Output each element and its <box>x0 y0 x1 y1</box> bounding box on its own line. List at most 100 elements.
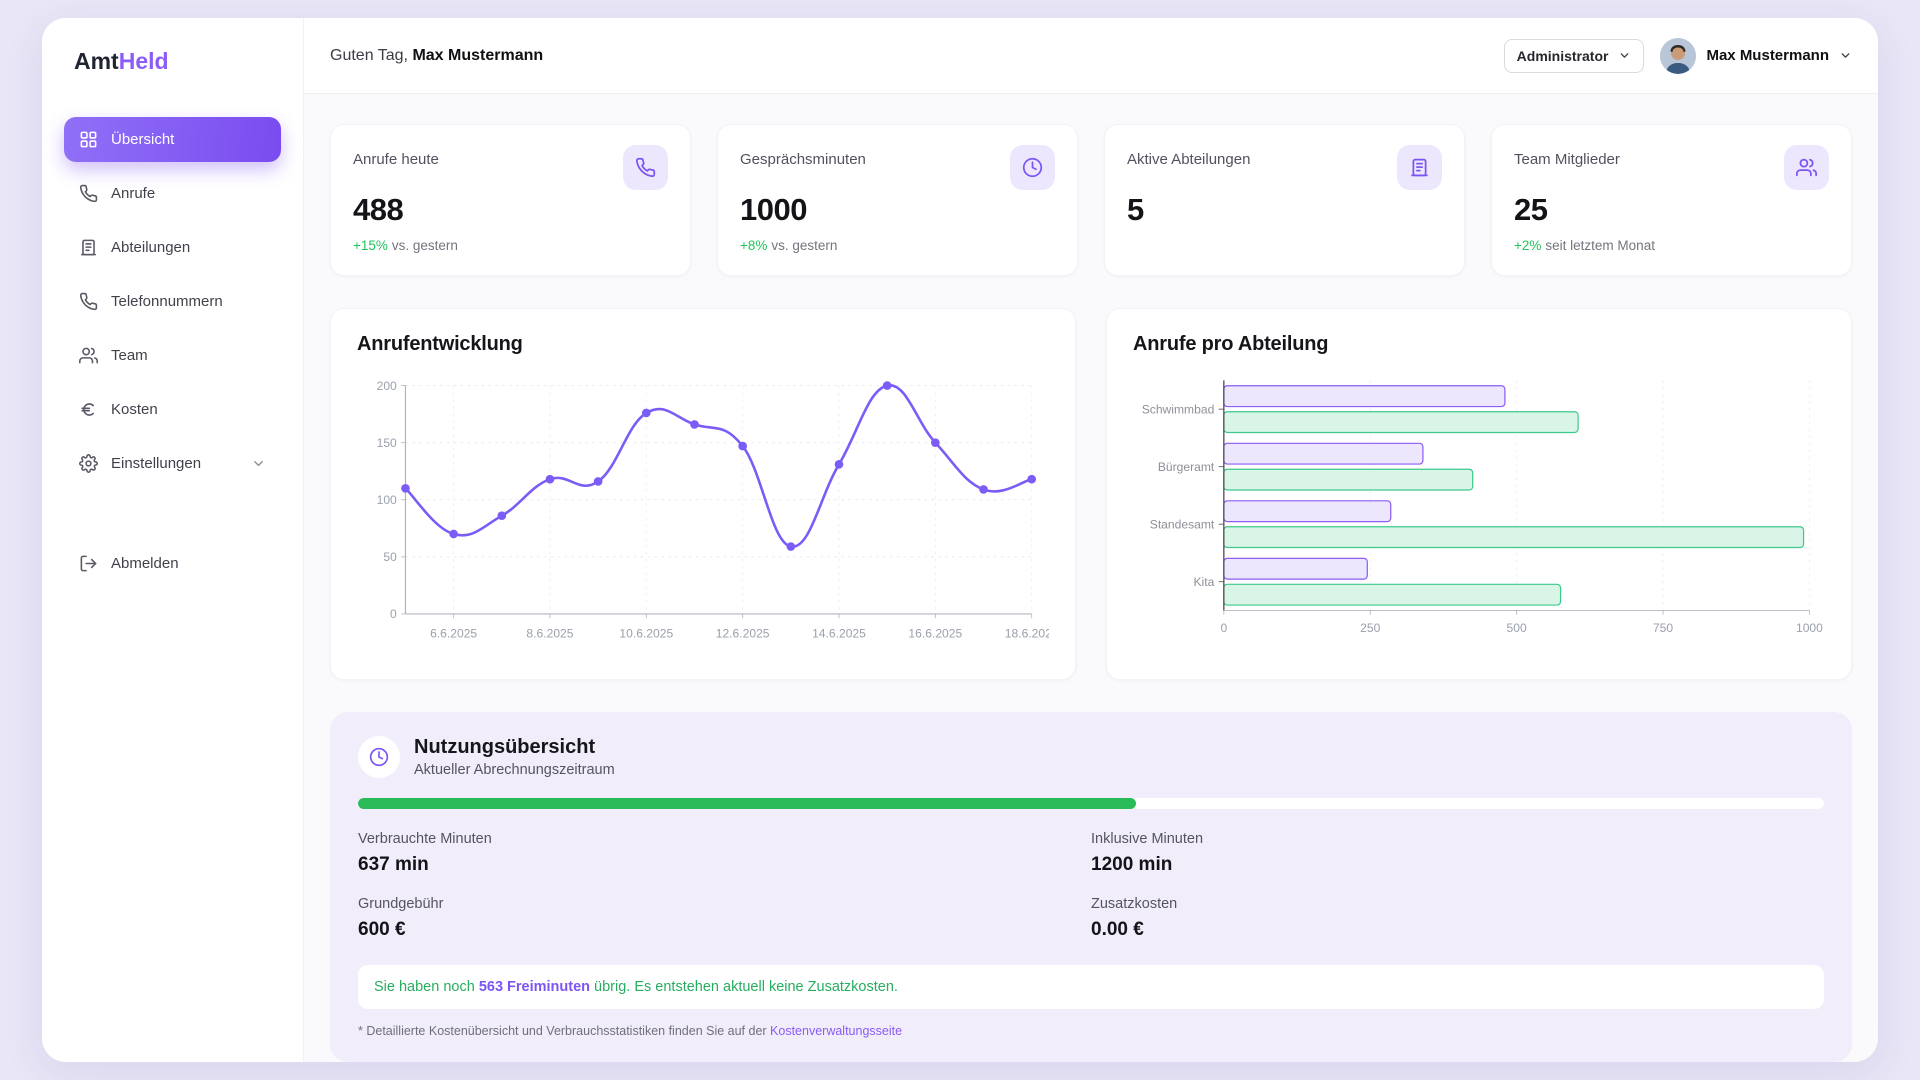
sidebar-item-label: Abmelden <box>111 555 179 572</box>
svg-text:14.6.2025: 14.6.2025 <box>812 626 866 640</box>
gear-icon <box>79 454 98 473</box>
sidebar-item-anrufe[interactable]: Anrufe <box>64 171 281 216</box>
app-window: AmtHeld Übersicht Anrufe Abteilungen Tel… <box>42 18 1878 1062</box>
usage-progress-track <box>358 798 1824 809</box>
svg-text:12.6.2025: 12.6.2025 <box>716 626 770 640</box>
stat-icon-badge <box>1397 145 1442 190</box>
svg-text:Kita: Kita <box>1193 575 1214 589</box>
sidebar-item-telefonnummern[interactable]: Telefonnummern <box>64 279 281 324</box>
usage-progress-fill <box>358 798 1136 809</box>
header-controls: Administrator <box>1504 38 1852 74</box>
users-icon <box>79 346 98 365</box>
usage-footnote: * Detaillierte Kostenübersicht und Verbr… <box>358 1024 1824 1038</box>
svg-text:8.6.2025: 8.6.2025 <box>526 626 573 640</box>
stat-card-aktive-abteilungen: Aktive Abteilungen 5 <box>1104 124 1465 276</box>
svg-text:Schwimmbad: Schwimmbad <box>1142 402 1215 416</box>
main-area: Guten Tag, Max Mustermann Administrator <box>304 18 1878 1062</box>
sidebar-item-team[interactable]: Team <box>64 333 281 378</box>
svg-text:0: 0 <box>390 607 397 621</box>
svg-text:50: 50 <box>383 550 397 564</box>
svg-text:10.6.2025: 10.6.2025 <box>619 626 673 640</box>
stat-delta: +2%seit letztem Monat <box>1514 238 1829 255</box>
logo-suffix: Held <box>119 48 169 74</box>
notice-highlight: 563 Freiminuten <box>479 979 590 995</box>
users-icon <box>1796 157 1817 178</box>
stat-value: 25 <box>1514 192 1829 228</box>
kostenverwaltung-link[interactable]: Kostenverwaltungsseite <box>770 1024 902 1038</box>
greeting-user-name: Max Mustermann <box>412 47 543 64</box>
app-logo: AmtHeld <box>64 44 281 75</box>
stat-label: Anrufe heute <box>353 145 439 168</box>
chevron-down-icon <box>1618 49 1631 62</box>
usage-stats-grid: Verbrauchte Minuten 637 min Inklusive Mi… <box>358 831 1824 941</box>
phone-icon <box>635 157 656 178</box>
stat-value: 5 <box>1127 192 1442 228</box>
usage-item-value: 637 min <box>358 854 1091 876</box>
user-avatar <box>1660 38 1696 74</box>
sidebar: AmtHeld Übersicht Anrufe Abteilungen Tel… <box>42 18 304 1062</box>
sidebar-item-label: Einstellungen <box>111 455 201 472</box>
stat-card-team-mitglieder: Team Mitglieder 25 +2%seit letztem Monat <box>1491 124 1852 276</box>
line-chart-card: Anrufentwicklung 0501001502006.6.20258.6… <box>330 308 1076 680</box>
building-icon <box>1409 157 1430 178</box>
sidebar-item-label: Telefonnummern <box>111 293 223 310</box>
stat-label: Gesprächsminuten <box>740 145 866 168</box>
avatar-image <box>1660 38 1696 74</box>
usage-item-value: 1200 min <box>1091 854 1824 876</box>
usage-item-value: 0.00 € <box>1091 919 1824 941</box>
dashboard-content: Anrufe heute 488 +15%vs. gestern Gespräc… <box>304 93 1878 1062</box>
stat-card-gespraechsminuten: Gesprächsminuten 1000 +8%vs. gestern <box>717 124 1078 276</box>
svg-text:200: 200 <box>377 379 397 393</box>
usage-item-label: Zusatzkosten <box>1091 896 1824 912</box>
stat-delta-note: vs. gestern <box>392 238 458 253</box>
usage-item-inklusive-minuten: Inklusive Minuten 1200 min <box>1091 831 1824 876</box>
stat-label: Team Mitglieder <box>1514 145 1620 168</box>
stat-delta: +8% vs. gestern <box>740 238 1055 255</box>
sidebar-item-uebersicht[interactable]: Übersicht <box>64 117 281 162</box>
sidebar-item-abteilungen[interactable]: Abteilungen <box>64 225 281 270</box>
usage-overview-card: Nutzungsübersicht Aktueller Abrechnungsz… <box>330 712 1852 1062</box>
chevron-down-icon <box>1839 49 1852 62</box>
sidebar-item-abmelden[interactable]: Abmelden <box>64 541 281 586</box>
sidebar-item-label: Team <box>111 347 148 364</box>
role-select[interactable]: Administrator <box>1504 39 1645 73</box>
svg-text:750: 750 <box>1653 621 1673 635</box>
svg-text:Standesamt: Standesamt <box>1150 518 1215 532</box>
clock-icon-badge <box>358 736 400 778</box>
usage-header: Nutzungsübersicht Aktueller Abrechnungsz… <box>358 736 1824 778</box>
clock-icon <box>1022 157 1043 178</box>
stat-delta-note: vs. gestern <box>771 238 837 253</box>
line-chart-title: Anrufentwicklung <box>357 333 1049 356</box>
stat-label: Aktive Abteilungen <box>1127 145 1250 168</box>
svg-text:Bürgeramt: Bürgeramt <box>1158 460 1215 474</box>
notice-suffix: übrig. Es entstehen aktuell keine Zusatz… <box>590 979 898 995</box>
top-header: Guten Tag, Max Mustermann Administrator <box>304 18 1878 93</box>
svg-text:6.6.2025: 6.6.2025 <box>430 626 477 640</box>
building-icon <box>79 238 98 257</box>
footnote-text: * Detaillierte Kostenübersicht und Verbr… <box>358 1024 770 1038</box>
svg-text:1000: 1000 <box>1796 621 1823 635</box>
svg-text:150: 150 <box>377 436 397 450</box>
user-menu-name: Max Mustermann <box>1706 47 1829 64</box>
clock-icon <box>369 747 389 767</box>
stat-cards-row: Anrufe heute 488 +15%vs. gestern Gespräc… <box>330 124 1852 276</box>
user-menu[interactable]: Max Mustermann <box>1660 38 1852 74</box>
stat-delta-value: +8% <box>740 238 767 253</box>
sidebar-item-kosten[interactable]: Kosten <box>64 387 281 432</box>
usage-item-zusatzkosten: Zusatzkosten 0.00 € <box>1091 896 1824 941</box>
sidebar-item-label: Übersicht <box>111 131 174 148</box>
greeting-text: Guten Tag, <box>330 47 408 64</box>
stat-delta-value: +15% <box>353 238 388 253</box>
logo-prefix: Amt <box>74 48 119 74</box>
sidebar-item-einstellungen[interactable]: Einstellungen <box>64 441 281 486</box>
svg-text:250: 250 <box>1360 621 1380 635</box>
svg-text:18.6.2025: 18.6.2025 <box>1005 626 1049 640</box>
stat-icon-badge <box>1784 145 1829 190</box>
sidebar-item-label: Abteilungen <box>111 239 190 256</box>
stat-delta <box>1127 238 1442 255</box>
sidebar-nav: Übersicht Anrufe Abteilungen Telefonnumm… <box>64 117 281 586</box>
usage-subtitle: Aktueller Abrechnungszeitraum <box>414 762 615 778</box>
usage-item-verbrauchte-minuten: Verbrauchte Minuten 637 min <box>358 831 1091 876</box>
phone-icon <box>79 184 98 203</box>
usage-title: Nutzungsübersicht <box>414 736 615 759</box>
